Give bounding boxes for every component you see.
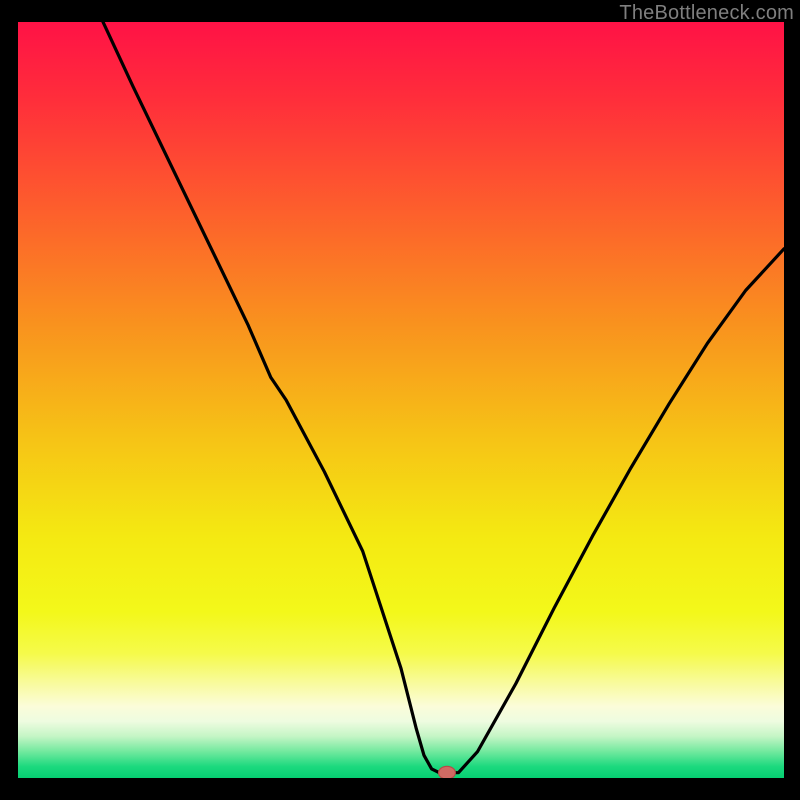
chart-stage: TheBottleneck.com (0, 0, 800, 800)
minimum-marker (439, 766, 456, 778)
plot-area (18, 22, 784, 778)
plot-svg (18, 22, 784, 778)
